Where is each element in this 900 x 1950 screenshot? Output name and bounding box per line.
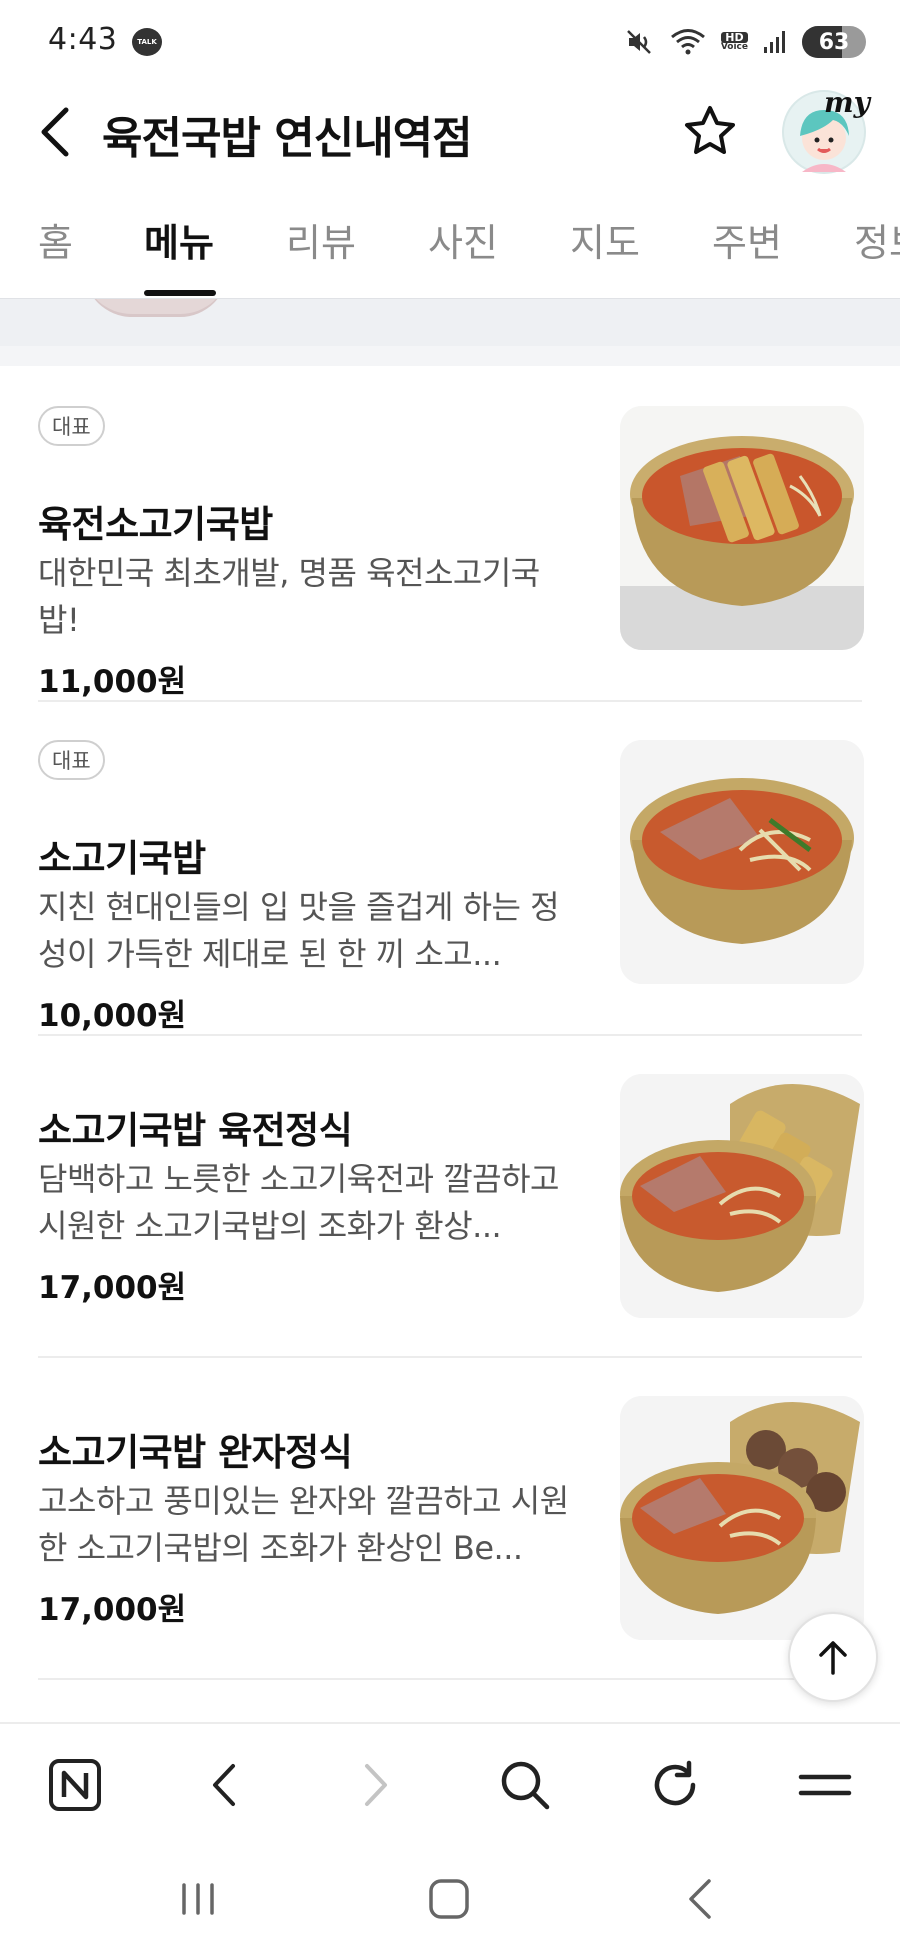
browser-toolbar [0,1722,900,1842]
refresh-icon [654,1760,696,1806]
menu-item-description: 담백하고 노릇한 소고기육전과 깔끔하고 시원한 소고기국밥의 조화가 환상..… [38,1160,560,1245]
active-tab-indicator [144,290,216,296]
tab-review[interactable]: 리뷰 [286,212,356,267]
menu-item-name: 소고기국밥 육전정식 [38,1109,353,1152]
item-separator [38,1678,862,1680]
home-button[interactable] [414,1864,484,1934]
item-separator [38,1034,862,1036]
browser-forward-button[interactable] [340,1750,410,1820]
soup-bowl-image [620,740,864,984]
menu-item-price: 17,000원 [38,1592,187,1628]
star-icon [685,106,735,154]
status-time: 4:43 [48,22,118,57]
menu-item-price: 10,000원 [38,998,187,1034]
battery-indicator: 63 [802,26,866,58]
naver-n-icon [49,1759,101,1811]
plate-image-fragment [84,299,228,317]
naver-home-button[interactable] [40,1750,110,1820]
signature-badge: 대표 [38,740,105,780]
tab-photo[interactable]: 사진 [428,212,498,267]
soup-bowl-image [620,406,864,650]
chevron-left-icon [41,107,69,157]
tab-menu[interactable]: 메뉴 [144,212,214,267]
menu-item-description: 고소하고 풍미있는 완자와 깔끔하고 시원한 소고기국밥의 조화가 환상인 Be… [38,1482,569,1567]
menu-item-photo [620,1074,864,1318]
section-divider [0,346,900,366]
my-label: my [824,86,870,119]
menu-item-description: 대한민국 최초개발, 명품 육전소고기국밥! [38,554,540,639]
menu-item-price: 11,000원 [38,664,187,700]
arrow-up-icon [819,1641,847,1675]
browser-refresh-button[interactable] [640,1750,710,1820]
recent-apps-icon [182,1883,214,1915]
previous-section-strip [0,298,900,346]
recent-apps-button[interactable] [163,1864,233,1934]
menu-item-description: 지친 현대인들의 입 맛을 즐겁게 하는 정성이 가득한 제대로 된 한 끼 소… [38,888,560,973]
browser-back-button[interactable] [190,1750,260,1820]
scroll-to-top-button[interactable] [788,1612,878,1702]
menu-item-name: 소고기국밥 [38,837,206,880]
forward-arrow-icon [365,1764,387,1806]
home-icon [429,1879,469,1919]
signature-badge: 대표 [38,406,105,446]
browser-search-button[interactable] [490,1750,560,1820]
wifi-icon [669,27,707,57]
browser-menu-button[interactable] [790,1750,860,1820]
kakaotalk-notification-icon: TALK [132,28,162,56]
tab-home[interactable]: 홈 [38,212,73,267]
system-back-button[interactable] [666,1864,736,1934]
status-icons: HD Voice 63 [625,24,866,60]
hd-voice-icon: HD Voice [720,31,748,52]
menu-item-photo [620,1396,864,1640]
tab-nearby[interactable]: 주변 [712,212,782,267]
menu-item-price: 17,000원 [38,1270,187,1306]
page-title: 육전국밥 연신내역점 [102,113,473,164]
menu-item-photo [620,740,864,984]
system-back-icon [689,1879,711,1919]
soup-with-meatball-plate-image [620,1396,864,1640]
status-bar: 4:43 TALK HD Voice 63 [0,0,900,84]
menu-item-photo [620,406,864,650]
menu-item-name: 육전소고기국밥 [38,503,273,546]
mute-icon [625,27,655,57]
signal-icon [762,29,788,55]
item-separator [38,1356,862,1358]
item-separator [38,700,862,702]
menu-icon [798,1774,852,1796]
favorite-button[interactable] [676,98,744,166]
tab-bar: 홈 메뉴 리뷰 사진 지도 주변 정보 [0,200,900,298]
soup-with-side-plate-image [620,1074,864,1318]
app-header: 육전국밥 연신내역점 my [0,84,900,184]
system-navigation-bar [0,1842,900,1950]
back-arrow-icon [213,1764,235,1806]
search-icon [501,1761,550,1810]
back-button[interactable] [28,100,84,164]
tab-info[interactable]: 정보 [854,212,900,267]
tab-map[interactable]: 지도 [570,212,640,267]
menu-item-name: 소고기국밥 완자정식 [38,1431,353,1474]
